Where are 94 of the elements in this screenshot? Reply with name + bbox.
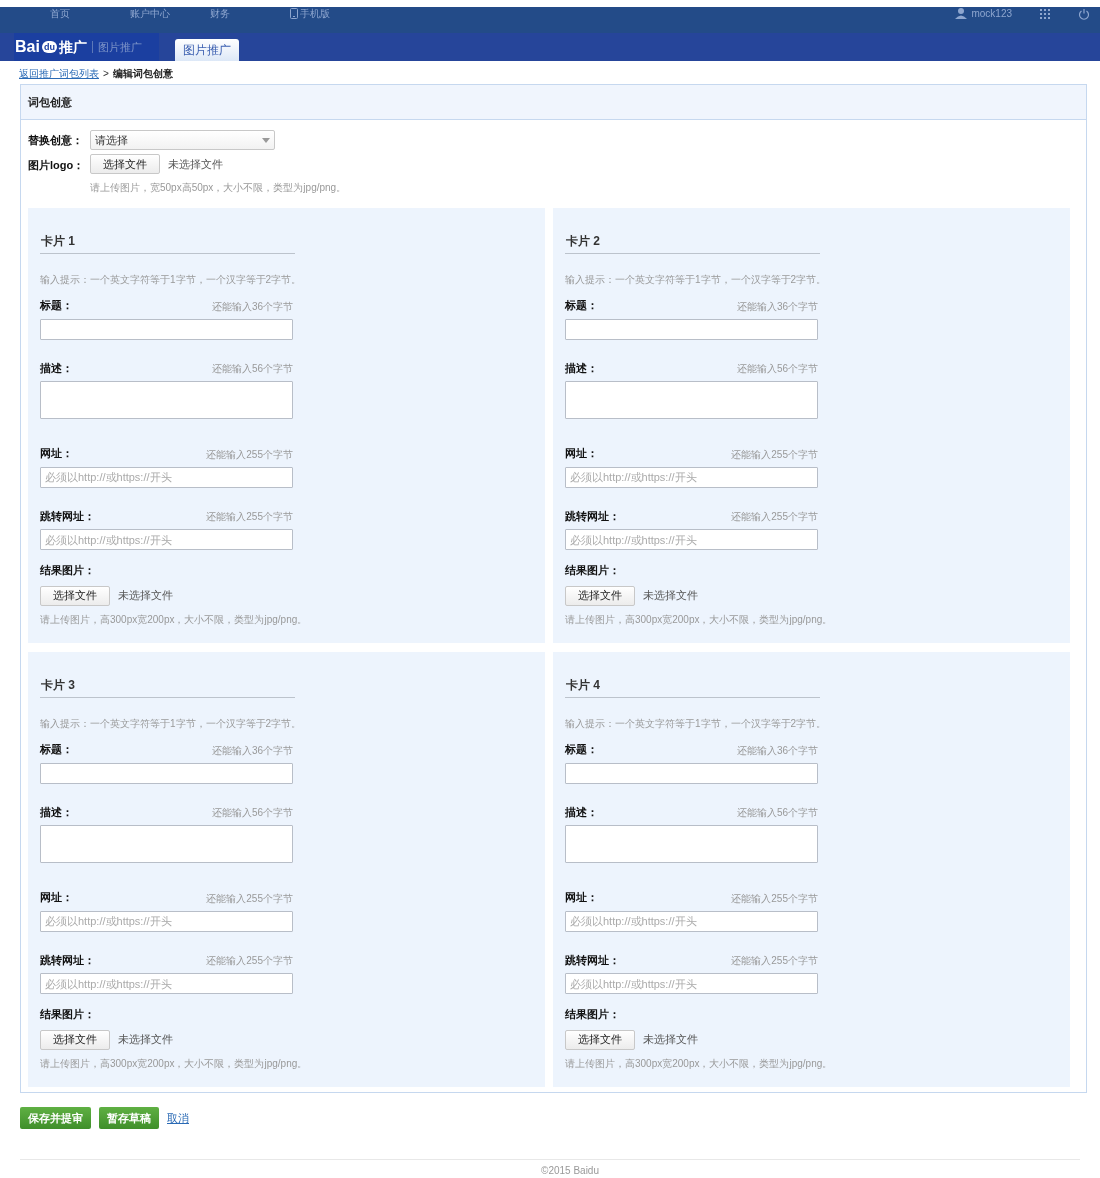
apps-grid-icon[interactable] bbox=[1040, 8, 1050, 19]
file-status: 未选择文件 bbox=[643, 1032, 698, 1048]
field-label: 描述： bbox=[565, 360, 598, 376]
char-counter: 还能输入36个字节 bbox=[736, 743, 818, 758]
panel-title: 词包创意 bbox=[28, 94, 72, 110]
char-counter: 还能输入36个字节 bbox=[736, 299, 818, 314]
nav-link[interactable]: 首页 bbox=[50, 7, 130, 20]
char-counter: 还能输入56个字节 bbox=[736, 362, 818, 376]
choose-file-button[interactable]: 选择文件 bbox=[565, 1029, 635, 1050]
text-field[interactable] bbox=[40, 762, 293, 784]
file-status: 未选择文件 bbox=[643, 588, 698, 604]
breadcrumb-separator: > bbox=[103, 67, 109, 81]
field-label: 标题： bbox=[565, 298, 598, 313]
text-field[interactable]: 必须以http://或https://开头 bbox=[40, 910, 293, 932]
header-tab[interactable]: 图片推广 bbox=[175, 39, 239, 61]
text-field[interactable]: 必须以http://或https://开头 bbox=[565, 466, 818, 488]
field-label: 跳转网址： bbox=[565, 508, 620, 524]
field-label: 网址： bbox=[40, 446, 73, 461]
char-counter: 还能输入255个字节 bbox=[731, 891, 818, 906]
cancel-link[interactable]: 取消 bbox=[167, 1109, 189, 1127]
field-label: 描述： bbox=[565, 804, 598, 820]
text-field[interactable] bbox=[565, 318, 818, 340]
logo: Bai du 推广 图片推广 bbox=[14, 33, 159, 61]
field-label: 标题： bbox=[565, 742, 598, 757]
nav-link[interactable]: 账户中心 bbox=[130, 7, 210, 20]
upload-hint: 请上传图片，高300px宽200px，大小不限，类型为jpg/png。 bbox=[40, 612, 309, 627]
char-counter: 还能输入255个字节 bbox=[731, 447, 818, 462]
choose-file-button[interactable]: 选择文件 bbox=[40, 585, 110, 606]
field-label: 跳转网址： bbox=[40, 952, 95, 968]
choose-file-button[interactable]: 选择文件 bbox=[90, 154, 160, 174]
field-label: 结果图片： bbox=[565, 1007, 621, 1022]
char-counter: 还能输入36个字节 bbox=[211, 299, 293, 314]
field-label: 跳转网址： bbox=[565, 952, 620, 968]
field-label: 网址： bbox=[565, 446, 598, 461]
char-counter: 还能输入255个字节 bbox=[731, 954, 818, 968]
card-title: 卡片 2 bbox=[565, 234, 600, 248]
text-field[interactable] bbox=[40, 318, 293, 340]
char-counter: 还能输入255个字节 bbox=[206, 510, 293, 524]
char-counter: 还能输入56个字节 bbox=[736, 806, 818, 820]
field-label: 跳转网址： bbox=[40, 508, 95, 524]
file-status: 未选择文件 bbox=[168, 156, 223, 172]
card-title: 卡片 1 bbox=[40, 234, 75, 248]
text-field[interactable]: 必须以http://或https://开头 bbox=[40, 529, 293, 550]
text-field[interactable]: 必须以http://或https://开头 bbox=[40, 973, 293, 994]
back-link[interactable]: 返回推广词包列表 bbox=[19, 66, 99, 81]
char-counter: 还能输入255个字节 bbox=[206, 891, 293, 906]
card-title: 卡片 4 bbox=[565, 678, 600, 692]
file-status: 未选择文件 bbox=[118, 1032, 173, 1048]
file-status: 未选择文件 bbox=[118, 588, 173, 604]
text-field[interactable]: 必须以http://或https://开头 bbox=[565, 910, 818, 932]
char-counter: 还能输入56个字节 bbox=[211, 806, 293, 820]
text-field[interactable]: 必须以http://或https://开头 bbox=[565, 529, 818, 550]
user-name[interactable]: mock123 bbox=[971, 6, 1012, 21]
footer-copyright: ©2015 Baidu bbox=[541, 1164, 599, 1178]
choose-file-button[interactable]: 选择文件 bbox=[565, 585, 635, 606]
field-label: 标题： bbox=[40, 742, 73, 757]
field-label: 结果图片： bbox=[40, 563, 96, 578]
upload-hint: 请上传图片，高300px宽200px，大小不限，类型为jpg/png。 bbox=[40, 1056, 309, 1071]
nav-link[interactable]: 手机版 bbox=[290, 7, 370, 20]
power-icon[interactable] bbox=[1078, 7, 1090, 20]
field-label: 网址： bbox=[565, 890, 598, 905]
user-icon bbox=[955, 8, 968, 19]
nav-link[interactable]: 财务 bbox=[210, 7, 290, 20]
char-counter: 还能输入255个字节 bbox=[206, 447, 293, 462]
choose-file-button[interactable]: 选择文件 bbox=[40, 1029, 110, 1050]
text-field[interactable]: 必须以http://或https://开头 bbox=[40, 466, 293, 488]
field-label: 描述： bbox=[40, 804, 73, 820]
dropdown-caret-icon bbox=[262, 137, 270, 143]
text-area[interactable] bbox=[40, 825, 293, 863]
action-button[interactable]: 暂存草稿 bbox=[99, 1107, 159, 1129]
field-label: 结果图片： bbox=[40, 1007, 96, 1022]
upload-hint: 请上传图片，高300px宽200px，大小不限，类型为jpg/png。 bbox=[565, 612, 834, 627]
breadcrumb-current: 编辑词包创意 bbox=[112, 67, 173, 81]
field-label: 网址： bbox=[40, 890, 73, 905]
select-dropdown[interactable]: 请选择 bbox=[90, 130, 275, 150]
action-button[interactable]: 保存并提审 bbox=[20, 1107, 91, 1129]
text-area[interactable] bbox=[40, 381, 293, 419]
field-label: 描述： bbox=[40, 360, 73, 376]
char-counter: 还能输入36个字节 bbox=[211, 743, 293, 758]
card-title: 卡片 3 bbox=[40, 678, 75, 692]
field-label: 图片logo： bbox=[28, 158, 84, 173]
phone-icon bbox=[290, 8, 298, 19]
upload-hint: 请上传图片，高300px宽200px，大小不限，类型为jpg/png。 bbox=[565, 1056, 834, 1071]
text-field[interactable]: 必须以http://或https://开头 bbox=[565, 973, 818, 994]
char-counter: 还能输入56个字节 bbox=[211, 362, 293, 376]
text-area[interactable] bbox=[565, 381, 818, 419]
char-counter: 还能输入255个字节 bbox=[206, 954, 293, 968]
field-label: 标题： bbox=[40, 298, 73, 313]
char-counter: 还能输入255个字节 bbox=[731, 510, 818, 524]
text-area[interactable] bbox=[565, 825, 818, 863]
field-label: 结果图片： bbox=[565, 563, 621, 578]
text-field[interactable] bbox=[565, 762, 818, 784]
field-label: 替换创意： bbox=[28, 132, 84, 148]
upload-hint: 请上传图片，宽50px高50px，大小不限，类型为jpg/png。 bbox=[90, 181, 347, 195]
